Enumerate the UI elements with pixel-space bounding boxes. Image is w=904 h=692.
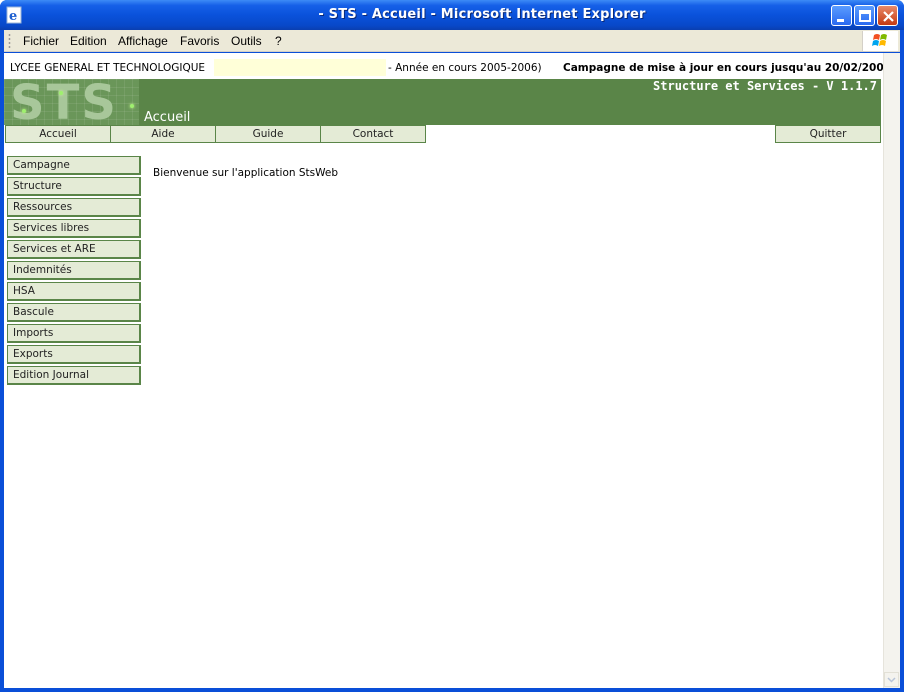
- menu-outils[interactable]: Outils: [231, 34, 262, 48]
- menu-fichier[interactable]: Fichier: [23, 34, 59, 48]
- side-item-hsa[interactable]: HSA: [7, 282, 141, 301]
- side-item-edition-journal[interactable]: Edition Journal: [7, 366, 141, 385]
- side-item-services-are[interactable]: Services et ARE: [7, 240, 141, 259]
- side-item-bascule[interactable]: Bascule: [7, 303, 141, 322]
- title-bar[interactable]: e - STS - Accueil - Microsoft Internet E…: [0, 0, 904, 30]
- menu-help[interactable]: ?: [275, 34, 282, 48]
- campaign-notice: Campagne de mise à jour en cours jusqu'a…: [563, 62, 891, 74]
- school-name-highlight: [214, 59, 386, 76]
- nav-contact[interactable]: Contact: [320, 125, 426, 143]
- side-item-imports[interactable]: Imports: [7, 324, 141, 343]
- nav-guide[interactable]: Guide: [215, 125, 321, 143]
- side-item-exports[interactable]: Exports: [7, 345, 141, 364]
- side-item-campagne[interactable]: Campagne: [7, 156, 141, 175]
- menu-favoris[interactable]: Favoris: [180, 34, 219, 48]
- windows-logo-icon: [862, 31, 898, 51]
- side-item-ressources[interactable]: Ressources: [7, 198, 141, 217]
- current-year: - Année en cours 2005-2006): [388, 62, 542, 74]
- sts-logo: STS: [4, 79, 139, 125]
- side-item-services-libres[interactable]: Services libres: [7, 219, 141, 238]
- nav-aide[interactable]: Aide: [110, 125, 216, 143]
- toolbar-grip: [8, 33, 11, 49]
- welcome-message: Bienvenue sur l'application StsWeb: [153, 167, 339, 179]
- school-label: LYCEE GENERAL ET TECHNOLOGIQUE: [10, 62, 206, 74]
- menu-edition[interactable]: Edition: [70, 34, 107, 48]
- side-item-indemnites[interactable]: Indemnités: [7, 261, 141, 280]
- info-line: LYCEE GENERAL ET TECHNOLOGIQUE - Année e…: [10, 59, 891, 76]
- window-title: - STS - Accueil - Microsoft Internet Exp…: [318, 7, 646, 22]
- quit-button[interactable]: Quitter: [775, 125, 881, 143]
- maximize-button[interactable]: [854, 5, 875, 26]
- logo-dot: [59, 91, 63, 95]
- minimize-button[interactable]: [831, 5, 852, 26]
- menu-affichage[interactable]: Affichage: [118, 34, 168, 48]
- close-button[interactable]: [877, 5, 898, 26]
- header-banner: STS Accueil Structure et Services - V 1.…: [4, 79, 881, 125]
- logo-dot: [22, 109, 26, 113]
- browser-window: e - STS - Accueil - Microsoft Internet E…: [0, 0, 904, 692]
- logo-dot: [130, 104, 134, 108]
- top-navigation: Accueil Aide Guide Contact Quitter: [4, 125, 881, 143]
- menu-bar: Fichier Edition Affichage Favoris Outils…: [4, 30, 900, 52]
- nav-accueil[interactable]: Accueil: [5, 125, 111, 143]
- logo-text: STS: [10, 79, 118, 125]
- page-content: LYCEE GENERAL ET TECHNOLOGIQUE - Année e…: [4, 53, 900, 688]
- vertical-scrollbar[interactable]: [883, 53, 900, 688]
- side-item-structure[interactable]: Structure: [7, 177, 141, 196]
- page-heading: Accueil: [144, 110, 191, 125]
- scroll-down-button[interactable]: [884, 672, 899, 687]
- app-name: Structure et Services - V 1.1.7: [653, 79, 877, 93]
